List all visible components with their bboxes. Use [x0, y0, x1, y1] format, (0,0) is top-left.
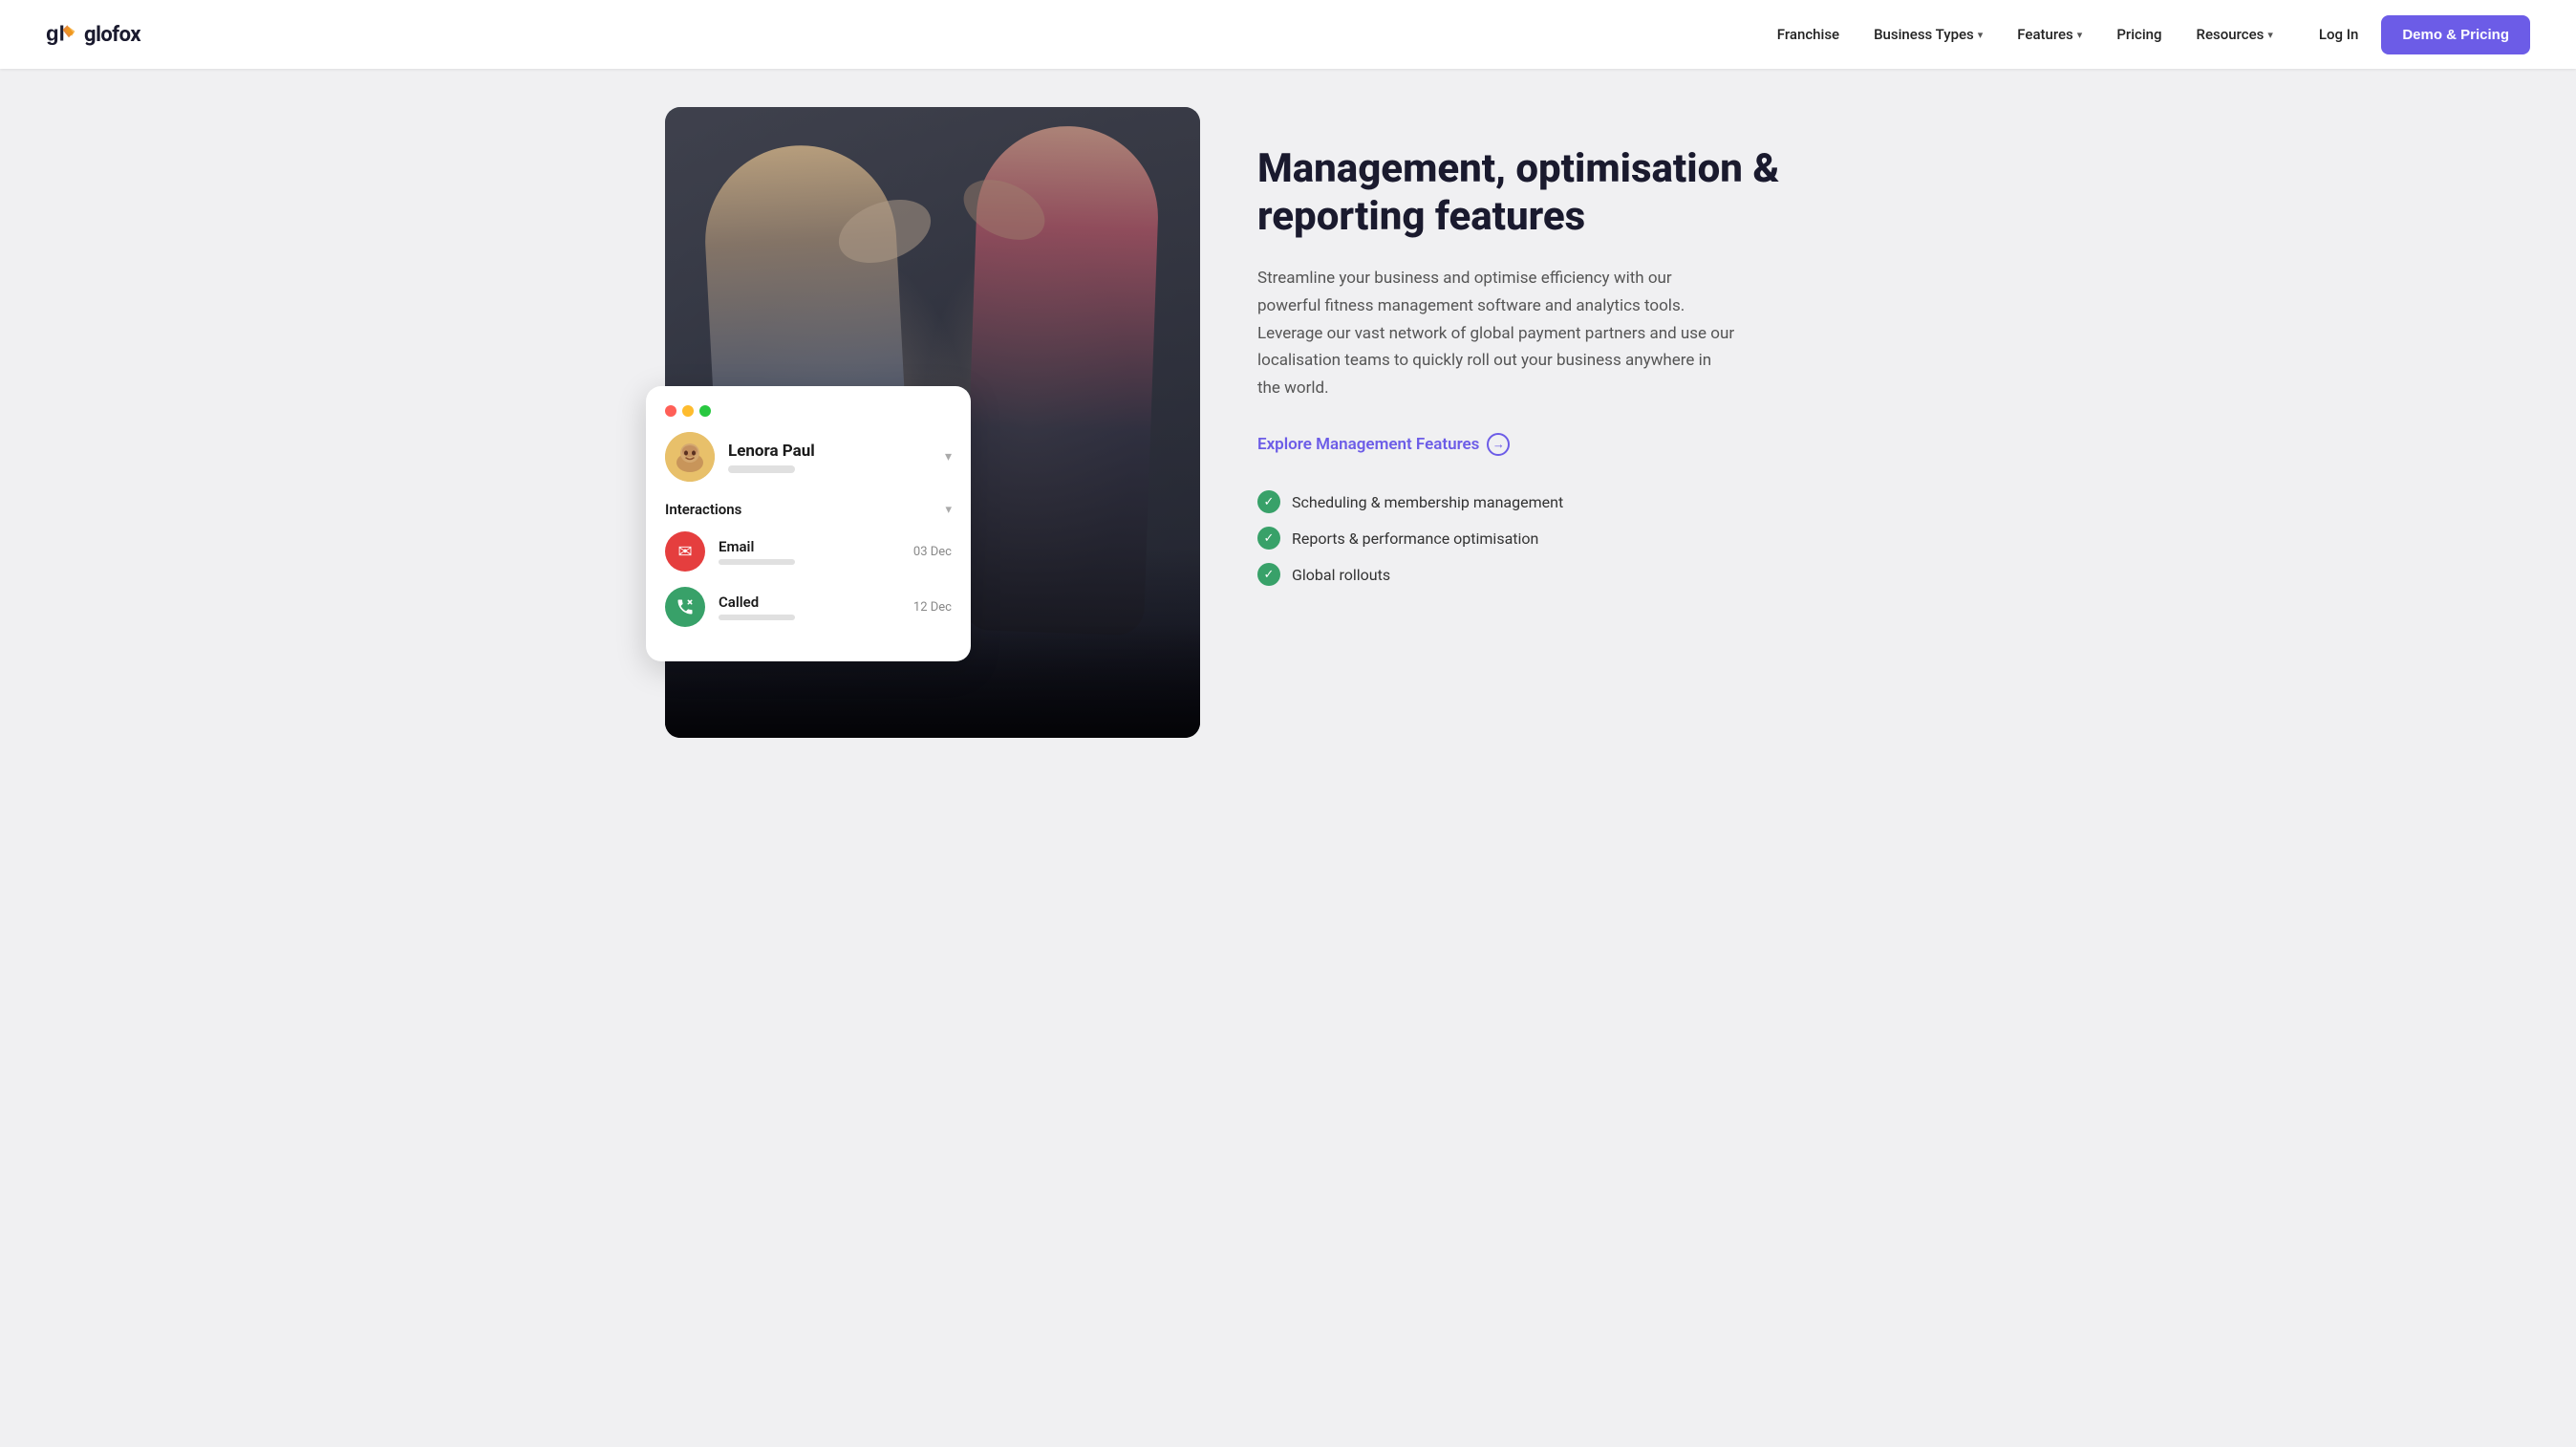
dot-red [665, 405, 676, 417]
nav-links: Franchise Business Types ▾ Features ▾ Pr… [1777, 26, 2273, 43]
email-date: 03 Dec [913, 545, 952, 559]
main-heading: Management, optimisation & reporting fea… [1257, 145, 1911, 242]
svg-text:gl: gl [46, 21, 65, 45]
feature-label-2: Reports & performance optimisation [1292, 529, 1538, 548]
window-dots [665, 405, 952, 417]
nav-item-franchise[interactable]: Franchise [1777, 26, 1839, 43]
feature-label-1: Scheduling & membership management [1292, 493, 1563, 511]
demo-pricing-button[interactable]: Demo & Pricing [2381, 15, 2530, 54]
nav-item-pricing[interactable]: Pricing [2116, 26, 2161, 43]
interactions-header: Interactions ▾ [665, 501, 952, 518]
nav-item-resources[interactable]: Resources ▾ [2197, 26, 2273, 43]
nav-item-features[interactable]: Features ▾ [2017, 26, 2082, 43]
call-info: Called [719, 594, 900, 620]
circle-arrow-icon: → [1487, 433, 1510, 456]
feature-list: ✓ Scheduling & membership management ✓ R… [1257, 490, 1911, 586]
chevron-down-icon: ▾ [1978, 29, 1984, 41]
call-interaction: Called 12 Dec [665, 587, 952, 627]
avatar [665, 432, 715, 482]
login-link[interactable]: Log In [2319, 26, 2358, 43]
email-label: Email [719, 538, 900, 555]
check-icon-2: ✓ [1257, 527, 1280, 550]
nav-item-business-types[interactable]: Business Types ▾ [1874, 26, 1983, 43]
feature-item-2: ✓ Reports & performance optimisation [1257, 527, 1911, 550]
logo[interactable]: gl glofox [46, 19, 140, 50]
feature-item-3: ✓ Global rollouts [1257, 563, 1911, 586]
user-name: Lenora Paul [728, 442, 932, 461]
check-icon-1: ✓ [1257, 490, 1280, 513]
dot-green [699, 405, 711, 417]
navigation: gl glofox Franchise Business Types ▾ Fea… [0, 0, 2576, 69]
dot-yellow [682, 405, 694, 417]
email-interaction: ✉ Email 03 Dec [665, 531, 952, 572]
nav-right: Log In Demo & Pricing [2319, 15, 2530, 54]
section-chevron-icon: ▾ [945, 503, 952, 517]
feature-item-1: ✓ Scheduling & membership management [1257, 490, 1911, 513]
user-subtitle-bar [728, 465, 795, 473]
email-bar [719, 559, 795, 565]
chevron-down-icon: ▾ [2267, 29, 2273, 41]
text-section: Management, optimisation & reporting fea… [1257, 107, 1911, 738]
card-user: Lenora Paul ▾ [665, 432, 952, 482]
section-label: Interactions [665, 501, 741, 518]
call-icon [665, 587, 705, 627]
logo-text: glofox [84, 23, 140, 47]
page-content: Lenora Paul ▾ Interactions ▾ ✉ Email 03 … [619, 69, 1957, 776]
chevron-down-icon: ▾ [2077, 29, 2083, 41]
explore-link[interactable]: Explore Management Features → [1257, 433, 1510, 456]
explore-link-text: Explore Management Features [1257, 435, 1479, 454]
floating-card: Lenora Paul ▾ Interactions ▾ ✉ Email 03 … [646, 386, 971, 661]
call-bar [719, 615, 795, 620]
email-info: Email [719, 538, 900, 565]
feature-label-3: Global rollouts [1292, 566, 1390, 584]
image-section: Lenora Paul ▾ Interactions ▾ ✉ Email 03 … [665, 107, 1200, 738]
email-icon: ✉ [665, 531, 705, 572]
call-date: 12 Dec [913, 600, 952, 615]
check-icon-3: ✓ [1257, 563, 1280, 586]
user-info: Lenora Paul [728, 442, 932, 473]
call-label: Called [719, 594, 900, 611]
main-description: Streamline your business and optimise ef… [1257, 265, 1735, 402]
user-chevron-icon: ▾ [945, 449, 952, 464]
